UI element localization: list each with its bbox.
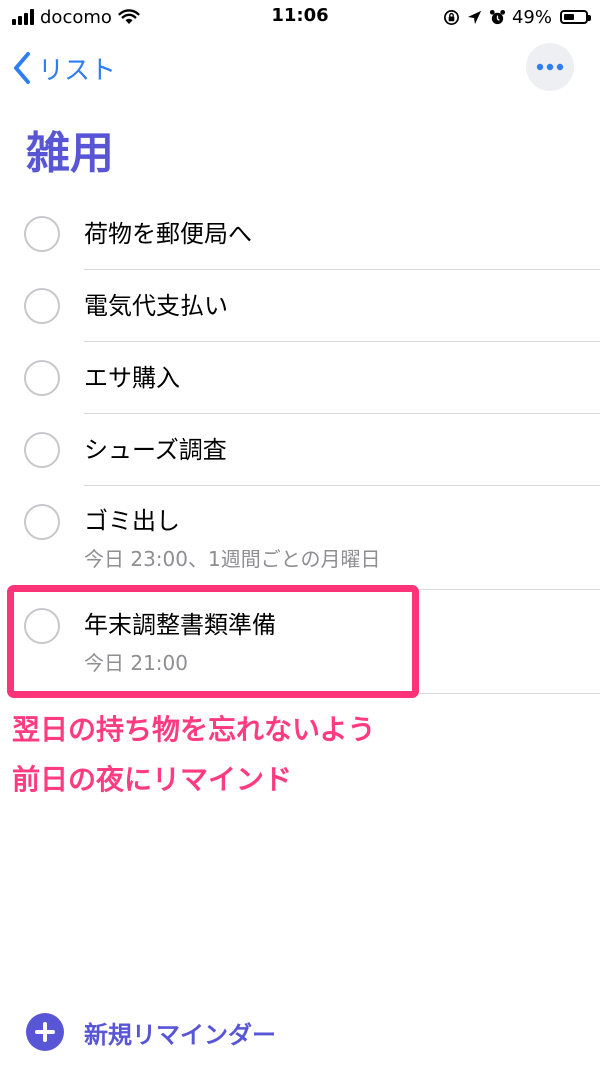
reminders-screen: docomo 11:06 49% リスト 雑用 荷物を郵便局へ 電気代支払い エ… (0, 0, 600, 1067)
reminder-title: シューズ調査 (84, 436, 227, 464)
annotation-line-1: 翌日の持ち物を忘れないよう (12, 713, 376, 746)
reminder-checkbox[interactable] (24, 360, 60, 396)
battery-icon (560, 10, 591, 24)
orientation-lock-icon (444, 9, 459, 25)
reminder-title: 荷物を郵便局へ (84, 220, 252, 248)
new-reminder-label: 新規リマインダー (84, 1020, 276, 1049)
chevron-left-icon (14, 52, 30, 84)
reminder-title: 電気代支払い (84, 292, 228, 320)
reminder-title: ゴミ出し (84, 507, 180, 535)
list-title: 雑用 (26, 128, 114, 179)
reminder-row[interactable]: シューズ調査 (0, 414, 600, 486)
reminder-checkbox[interactable] (24, 432, 60, 468)
battery-nub (588, 15, 591, 21)
reminder-checkbox[interactable] (24, 216, 60, 252)
reminder-checkbox[interactable] (24, 288, 60, 324)
location-arrow-icon (467, 10, 482, 24)
reminder-row[interactable]: 荷物を郵便局へ (0, 198, 600, 270)
reminder-row[interactable]: 電気代支払い (0, 270, 600, 342)
reminder-title: エサ購入 (84, 364, 180, 392)
back-label: リスト (38, 55, 117, 86)
new-reminder-button[interactable]: 新規リマインダー (26, 1012, 276, 1052)
battery-fill (564, 14, 574, 20)
status-right: 49% (443, 6, 591, 28)
reminder-checkbox[interactable] (24, 504, 60, 540)
alarm-icon (489, 9, 506, 24)
reminder-subtitle: 今日 23:00、1週間ごとの月曜日 (84, 547, 381, 571)
annotation-line-2: 前日の夜にリマインド (12, 763, 293, 796)
reminder-row[interactable]: ゴミ出し 今日 23:00、1週間ごとの月曜日 (0, 486, 600, 590)
back-button[interactable]: リスト (12, 48, 116, 88)
battery-percent: 49% (511, 6, 552, 28)
plus-circle-icon (26, 1013, 64, 1051)
status-bar: docomo 11:06 49% (0, 0, 600, 34)
highlight-box (7, 585, 419, 698)
reminder-row[interactable]: エサ購入 (0, 342, 600, 414)
ellipsis-icon (536, 63, 564, 71)
more-button[interactable] (526, 43, 574, 91)
